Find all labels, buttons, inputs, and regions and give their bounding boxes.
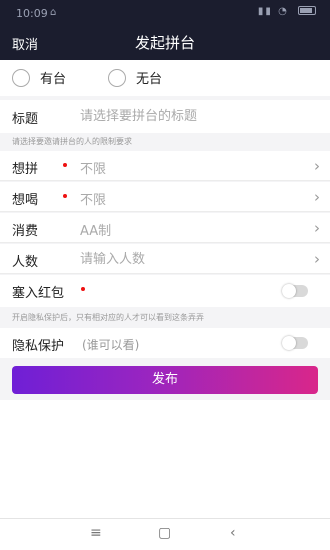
- chevron-right-icon: ›: [314, 188, 320, 206]
- radio-circle-icon: [108, 68, 126, 87]
- red-packet-label: 塞入红包: [12, 286, 65, 301]
- table-type-radio-group: 有台 无台: [0, 60, 330, 96]
- want-drink-row[interactable]: 想喝 不限 ›: [0, 182, 330, 212]
- chevron-right-icon: ›: [314, 219, 320, 237]
- privacy-sub-label: (谁可以看): [82, 338, 140, 352]
- chevron-right-icon: ›: [314, 157, 320, 175]
- home-icon[interactable]: ▢: [158, 525, 171, 541]
- status-right-icons: ▮▮ ◔: [258, 6, 316, 17]
- title-label: 标题: [12, 112, 39, 127]
- restriction-hint: 请选择要邀请拼台的人的限制要求: [0, 133, 330, 151]
- required-dot-icon: [63, 163, 67, 167]
- privacy-hint: 开启隐私保护后，只有相对应的人才可以看到这条弄弄: [0, 309, 330, 327]
- top-bar: 10:09 ⌂ ▮▮ ◔ 取消 发起拼台: [0, 0, 330, 60]
- chevron-right-icon: ›: [314, 250, 320, 268]
- privacy-label: 隐私保护: [12, 339, 65, 354]
- want-pin-row[interactable]: 想拼 不限 ›: [0, 151, 330, 181]
- consume-row[interactable]: 消费 AA制 ›: [0, 213, 330, 243]
- want-drink-label: 想喝: [12, 193, 39, 208]
- privacy-row: 隐私保护 (谁可以看): [0, 328, 330, 358]
- status-bar: 10:09 ⌂ ▮▮ ◔: [0, 0, 330, 26]
- status-notification-icon: ⌂: [50, 7, 57, 18]
- radio-label: 无台: [136, 72, 163, 87]
- system-navigation-bar: ≡ ▢ ‹: [0, 518, 330, 550]
- people-label: 人数: [12, 255, 39, 270]
- want-pin-label: 想拼: [12, 162, 39, 177]
- radio-has-table[interactable]: 有台: [12, 68, 66, 87]
- status-time: 10:09: [16, 7, 48, 20]
- required-dot-icon: [63, 194, 67, 198]
- title-input[interactable]: [80, 104, 310, 128]
- required-dot-icon: [81, 287, 85, 291]
- battery-icon: [298, 6, 316, 15]
- people-row: 人数 ›: [0, 244, 330, 274]
- title-row: 标题: [0, 100, 330, 133]
- red-packet-row: 塞入红包: [0, 275, 330, 307]
- signal-wifi-icons: ▮▮ ◔: [257, 6, 289, 17]
- menu-icon[interactable]: ≡: [90, 525, 102, 541]
- want-drink-value: 不限: [80, 193, 107, 208]
- back-icon[interactable]: ‹: [230, 525, 236, 541]
- toggle-knob: [282, 284, 296, 298]
- privacy-toggle[interactable]: [282, 336, 308, 350]
- radio-label: 有台: [40, 72, 67, 87]
- consume-value: AA制: [80, 224, 112, 239]
- radio-circle-icon: [12, 68, 30, 87]
- publish-button[interactable]: 发布: [12, 366, 318, 394]
- content-bottom-area: [0, 400, 330, 518]
- page-title: 发起拼台: [134, 34, 195, 52]
- red-packet-toggle[interactable]: [282, 284, 308, 298]
- radio-no-table[interactable]: 无台: [108, 68, 162, 87]
- toggle-knob: [282, 336, 296, 350]
- consume-label: 消费: [12, 224, 39, 239]
- want-pin-value: 不限: [80, 162, 107, 177]
- people-input[interactable]: [80, 247, 300, 271]
